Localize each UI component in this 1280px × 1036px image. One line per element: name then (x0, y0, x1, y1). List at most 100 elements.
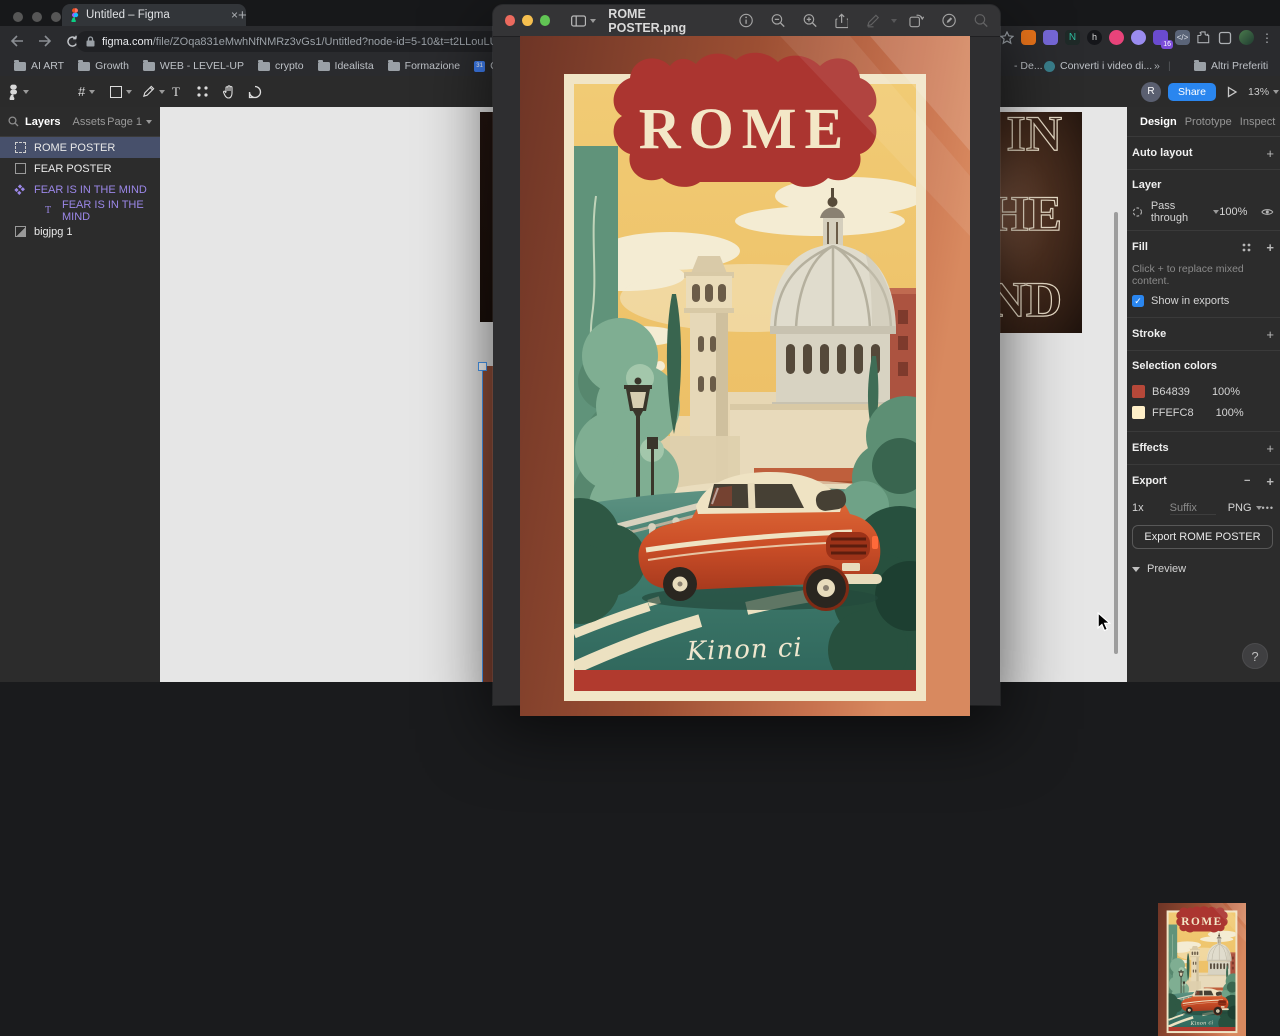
fox-wallet-icon[interactable] (1021, 30, 1036, 45)
back-icon[interactable] (10, 35, 24, 47)
bookmark-item[interactable]: Idealista (318, 60, 374, 72)
share-icon[interactable] (835, 13, 848, 29)
sidebar-toggle-icon[interactable] (571, 15, 586, 27)
text-tool-button[interactable]: T (172, 76, 180, 107)
tab-layers[interactable]: Layers (25, 116, 60, 128)
add-effect-button[interactable]: + (1266, 441, 1274, 456)
color-swatch[interactable] (1132, 406, 1145, 419)
rotate-icon[interactable] (909, 13, 924, 28)
zoom-in-icon[interactable] (803, 13, 817, 28)
styles-grid-icon[interactable] (1241, 242, 1252, 253)
color-hex[interactable]: B64839 (1152, 386, 1190, 398)
layer-row-bigjpg[interactable]: bigjpg 1 (0, 221, 160, 242)
selection-colors-section: Selection colors B64839 100% FFEFC8 100% (1127, 351, 1280, 432)
color-swatch[interactable] (1132, 385, 1145, 398)
badged-extension-icon[interactable]: 16 (1153, 30, 1168, 45)
pen-tool-button[interactable] (142, 76, 165, 107)
export-rome-poster-button[interactable]: Export ROME POSTER (1132, 525, 1273, 549)
bookmark-item[interactable]: Formazione (388, 60, 460, 72)
layer-row-fear-text[interactable]: T FEAR IS IN THE MIND (0, 200, 160, 221)
selection-color-row[interactable]: FFEFC8 100% (1132, 402, 1274, 431)
blend-mode-select[interactable]: Pass through (1151, 200, 1209, 224)
fear-poster-left-edge[interactable] (480, 112, 493, 322)
tab-design[interactable]: Design (1140, 116, 1177, 128)
forward-icon[interactable] (38, 35, 52, 47)
browser-tab[interactable]: Untitled – Figma × (62, 4, 246, 26)
info-icon[interactable] (739, 13, 753, 28)
selection-handle[interactable] (478, 362, 487, 371)
zoom-button[interactable] (540, 15, 550, 26)
eye-icon[interactable] (1261, 207, 1274, 217)
profile-avatar[interactable] (1239, 30, 1254, 45)
add-stroke-button[interactable]: + (1266, 327, 1274, 342)
color-hex[interactable]: FFEFC8 (1152, 407, 1194, 419)
export-format-select[interactable]: PNG (1228, 502, 1252, 514)
preview-section-header[interactable]: Preview (1132, 559, 1274, 579)
export-options-icon[interactable]: ••• (1262, 503, 1274, 513)
selection-color-row[interactable]: B64839 100% (1132, 381, 1274, 402)
bookmark-item[interactable]: AI ART (14, 60, 64, 72)
bookmark-star-icon[interactable] (1000, 31, 1014, 45)
export-suffix-input[interactable]: Suffix (1170, 502, 1216, 515)
close-button[interactable] (505, 15, 515, 26)
help-button[interactable]: ? (1242, 643, 1268, 669)
bookmark-item[interactable]: Converti i video di... (1044, 60, 1152, 72)
puzzle-icon[interactable] (1197, 31, 1211, 45)
ghost-wallet-icon[interactable] (1131, 30, 1146, 45)
layer-row-fear-component[interactable]: FEAR IS IN THE MIND (0, 179, 160, 200)
user-avatar[interactable]: R (1141, 82, 1161, 102)
window-zoom-button[interactable] (51, 12, 61, 22)
add-auto-layout-button[interactable]: + (1266, 146, 1274, 161)
key-icon[interactable] (1109, 30, 1124, 45)
bookmarks-overflow-icon[interactable]: » (1154, 60, 1160, 72)
preview-window[interactable]: ROME POSTER.png (493, 5, 1000, 705)
bookmark-item[interactable]: Growth (78, 60, 129, 72)
canvas-scrollbar[interactable] (1114, 212, 1118, 654)
frame-tool-button[interactable]: # (78, 76, 95, 107)
add-export-button[interactable]: + (1266, 474, 1274, 489)
new-tab-button[interactable]: + (238, 7, 247, 24)
menu-dots-icon[interactable]: ⋮ (1261, 31, 1274, 45)
tab-prototype[interactable]: Prototype (1185, 116, 1232, 128)
zoom-level[interactable]: 13% (1248, 86, 1269, 98)
layer-row-fear-poster[interactable]: FEAR POSTER (0, 158, 160, 179)
resources-tool-button[interactable] (196, 76, 209, 107)
purple-extension-icon[interactable] (1043, 30, 1058, 45)
tab-assets[interactable]: Assets (72, 116, 105, 128)
window-close-button[interactable] (13, 12, 23, 22)
window-extension-icon[interactable] (1218, 31, 1232, 45)
blend-mode-icon[interactable] (1132, 206, 1143, 218)
search-icon[interactable] (8, 116, 19, 127)
preview-window-titlebar[interactable]: ROME POSTER.png (493, 5, 1000, 37)
bookmark-item[interactable]: WEB - LEVEL-UP (143, 60, 244, 72)
share-button[interactable]: Share (1168, 83, 1216, 101)
minimize-button[interactable] (522, 15, 532, 26)
shape-tool-button[interactable] (110, 76, 132, 107)
add-fill-button[interactable]: + (1266, 240, 1274, 255)
teal-n-icon[interactable]: N (1065, 30, 1080, 45)
export-scale-select[interactable]: 1x (1132, 502, 1144, 514)
other-bookmarks-folder[interactable]: Altri Preferiti (1194, 60, 1268, 72)
code-extension-icon[interactable]: </> (1175, 30, 1190, 45)
tab-close-icon[interactable]: × (231, 8, 238, 22)
bookmark-item[interactable]: crypto (258, 60, 304, 72)
window-minimize-button[interactable] (32, 12, 42, 22)
zoom-out-icon[interactable] (771, 13, 785, 28)
present-icon[interactable] (1226, 86, 1238, 98)
hand-tool-button[interactable] (222, 76, 235, 107)
dark-h-icon[interactable]: h (1087, 30, 1102, 45)
show-in-exports-checkbox[interactable]: ✓ (1132, 295, 1144, 307)
layer-row-rome-poster[interactable]: ROME POSTER (0, 137, 160, 158)
annotate-icon[interactable] (942, 13, 956, 28)
figma-main-menu[interactable] (8, 76, 29, 107)
color-opacity[interactable]: 100% (1216, 407, 1244, 419)
layer-opacity-input[interactable]: 100% (1219, 206, 1247, 218)
url-bar[interactable]: figma.com/file/ZOqa831eMwhNfNMRz3vGs1/Un… (76, 31, 512, 52)
remove-export-button[interactable]: − (1244, 475, 1250, 487)
calendar-icon: 31 (474, 61, 485, 72)
comment-tool-button[interactable] (248, 76, 262, 107)
tab-inspect[interactable]: Inspect (1240, 116, 1275, 128)
page-selector[interactable]: Page 1 (107, 116, 142, 128)
bookmark-item[interactable]: - De... (1014, 60, 1043, 72)
color-opacity[interactable]: 100% (1212, 386, 1240, 398)
